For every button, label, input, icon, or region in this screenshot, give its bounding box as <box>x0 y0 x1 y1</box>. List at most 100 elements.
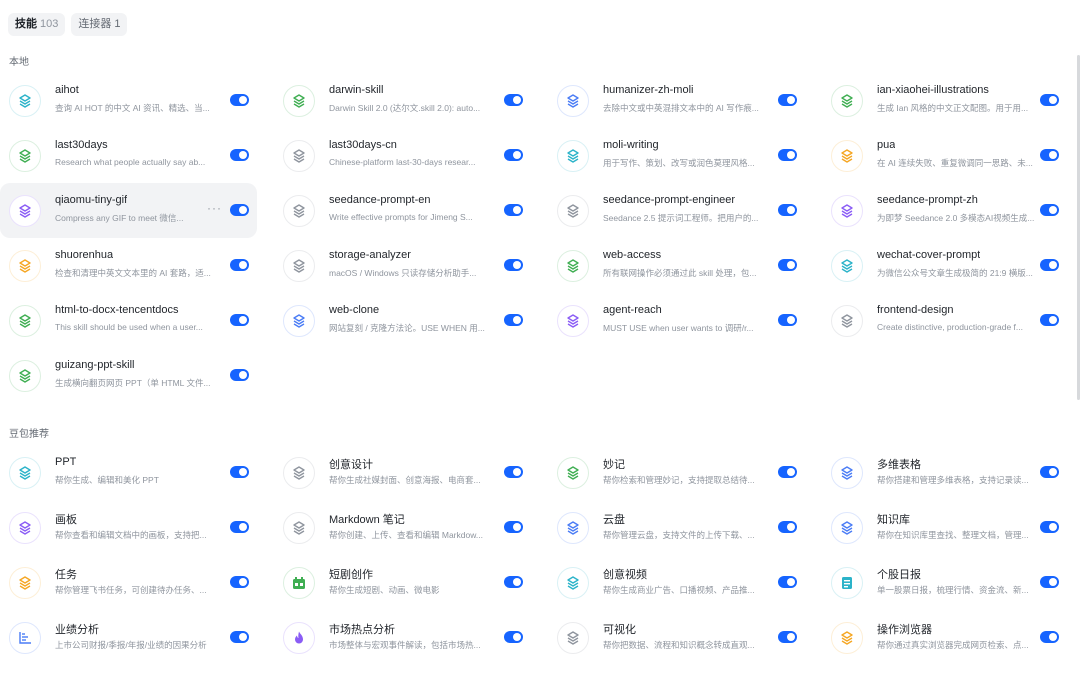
enable-toggle[interactable] <box>1040 149 1059 161</box>
toggle-knob <box>239 578 247 586</box>
enable-toggle[interactable] <box>778 466 797 478</box>
recommended-skills-grid: PPT 帮你生成、编辑和美化 PPT 创意设计 帮你生成社媒封面、创意海报、电商套..… <box>0 445 1080 665</box>
enable-toggle[interactable] <box>230 576 249 588</box>
skill-card[interactable]: agent-reach MUST USE when user wants to 调… <box>548 293 822 348</box>
enable-toggle[interactable] <box>1040 521 1059 533</box>
enable-toggle[interactable] <box>1040 259 1059 271</box>
skill-card[interactable]: 画板 帮你查看和编辑文档中的画板，支持把... <box>0 500 274 555</box>
skill-card[interactable]: aihot 查询 AI HOT 的中文 AI 资讯、精选、当... <box>0 73 274 128</box>
skill-card[interactable]: 创意视频 帮你生成商业广告、口播视频、产品推... <box>548 555 822 610</box>
toggle-knob <box>239 523 247 531</box>
skill-card[interactable]: frontend-design Create distinctive, produ… <box>822 293 1080 348</box>
skill-card[interactable]: 操作浏览器 帮你通过真实浏览器完成网页检索、点... <box>822 610 1080 665</box>
skill-description: Seedance 2.5 提示词工程师。把用户的... <box>603 213 759 223</box>
skill-card[interactable]: shuorenhua 检查和清理中英文文本里的 AI 套路，适... <box>0 238 274 293</box>
enable-toggle[interactable] <box>778 259 797 271</box>
enable-toggle[interactable] <box>1040 204 1059 216</box>
skill-title: darwin-skill <box>329 84 384 96</box>
enable-toggle[interactable] <box>230 369 249 381</box>
skill-card[interactable]: html-to-docx-tencentdocs This skill shoul… <box>0 293 274 348</box>
section-title-local: 本地 <box>9 57 29 68</box>
skill-card[interactable]: 任务帮你管理飞书任务，可创建待办任务、... <box>0 555 274 610</box>
enable-toggle[interactable] <box>230 314 249 326</box>
toggle-knob <box>513 633 521 641</box>
skill-card[interactable]: PPT 帮你生成、编辑和美化 PPT <box>0 445 274 500</box>
skill-card[interactable]: guizang-ppt-skill 生成横向翻页网页 PPT（单 HTML 文件.… <box>0 348 274 403</box>
skill-card[interactable]: ian-xiaohei-illustrations 生成 Ian 风格的中文正文配… <box>822 73 1080 128</box>
skill-title: 创意设计 <box>329 459 373 471</box>
skill-card[interactable]: wechat-cover-prompt 为微信公众号文章生成极简的 21:9 横版… <box>822 238 1080 293</box>
enable-toggle[interactable] <box>230 521 249 533</box>
enable-toggle[interactable] <box>230 94 249 106</box>
skill-card[interactable]: humanizer-zh-moli 去除中文或中英混排文本中的 AI 写作痕... <box>548 73 822 128</box>
skill-card[interactable]: seedance-prompt-en Write effective prompt… <box>274 183 548 238</box>
layers-icon <box>831 85 863 117</box>
skill-card[interactable]: seedance-prompt-zh 为即梦 Seedance 2.0 多模态AI… <box>822 183 1080 238</box>
enable-toggle[interactable] <box>230 631 249 643</box>
skill-description: 所有联网操作必须通过此 skill 处理，包... <box>603 268 757 278</box>
skill-card[interactable]: 妙记 帮你检索和管理妙记，支持提取总结待... <box>548 445 822 500</box>
enable-toggle[interactable] <box>1040 94 1059 106</box>
skill-card[interactable]: pua 在 AI 连续失败、重复微调同一思路、未... <box>822 128 1080 183</box>
tab-skills[interactable]: 技能 103 <box>8 13 66 36</box>
more-options-icon[interactable]: ··· <box>207 201 222 215</box>
skill-title: agent-reach <box>603 304 662 316</box>
enable-toggle[interactable] <box>1040 631 1059 643</box>
toggle-knob <box>239 206 247 214</box>
enable-toggle[interactable] <box>778 521 797 533</box>
skill-card[interactable]: moli-writing 用于写作、策划、改写或润色莫理风格... <box>548 128 822 183</box>
skill-title: 任务 <box>55 569 77 581</box>
skill-card[interactable]: 可视化 帮你把数据、流程和知识概念转成直观... <box>548 610 822 665</box>
enable-toggle[interactable] <box>504 204 523 216</box>
skill-card[interactable]: storage-analyzer macOS / Windows 只读存储分析助手… <box>274 238 548 293</box>
skill-title: 画板 <box>55 514 77 526</box>
skill-card[interactable]: 业绩分析 上市公司财报/季报/年报/业绩的因果分析 <box>0 610 274 665</box>
enable-toggle[interactable] <box>230 149 249 161</box>
enable-toggle[interactable] <box>230 466 249 478</box>
skill-card[interactable]: 短剧创作 帮你生成短剧、动画、微电影 <box>274 555 548 610</box>
enable-toggle[interactable] <box>504 466 523 478</box>
skill-card[interactable]: last30days Research what people actually … <box>0 128 274 183</box>
enable-toggle[interactable] <box>778 576 797 588</box>
skill-card[interactable]: darwin-skill Darwin Skill 2.0 (达尔文.skill … <box>274 73 548 128</box>
skill-title: 多维表格 <box>877 459 921 471</box>
skill-description: 帮你管理飞书任务，可创建待办任务、... <box>55 585 207 595</box>
enable-toggle[interactable] <box>504 576 523 588</box>
skill-description: 在 AI 连续失败、重复微调同一思路、未... <box>877 158 1033 168</box>
enable-toggle[interactable] <box>1040 576 1059 588</box>
enable-toggle[interactable] <box>230 204 249 216</box>
skill-card[interactable]: qiaomu-tiny-gif Compress any GIF to meet … <box>0 183 257 238</box>
skill-description: 帮你生成社媒封面、创意海报、电商套... <box>329 475 481 485</box>
enable-toggle[interactable] <box>504 521 523 533</box>
skill-card[interactable]: 市场热点分析 市场整体与宏观事件解读，包括市场热... <box>274 610 548 665</box>
enable-toggle[interactable] <box>504 314 523 326</box>
skill-description: 单一股票日报，梳理行情、资金流、新... <box>877 585 1029 595</box>
skill-card[interactable]: 多维表格 帮你搭建和管理多维表格，支持记录读... <box>822 445 1080 500</box>
enable-toggle[interactable] <box>778 204 797 216</box>
enable-toggle[interactable] <box>778 94 797 106</box>
tab-skills-label: 技能 <box>15 18 37 30</box>
skill-card[interactable]: web-access 所有联网操作必须通过此 skill 处理，包... <box>548 238 822 293</box>
skill-card[interactable]: Markdown 笔记 帮你创建、上传、查看和编辑 Markdow... <box>274 500 548 555</box>
enable-toggle[interactable] <box>778 314 797 326</box>
enable-toggle[interactable] <box>778 631 797 643</box>
skill-card[interactable]: 云盘 帮你管理云盘，支持文件的上传下载、... <box>548 500 822 555</box>
enable-toggle[interactable] <box>504 259 523 271</box>
skill-card[interactable]: 个股日报 单一股票日报，梳理行情、资金流、新... <box>822 555 1080 610</box>
enable-toggle[interactable] <box>1040 466 1059 478</box>
skill-card[interactable]: 知识库 帮你在知识库里查找、整理文档，管理... <box>822 500 1080 555</box>
skill-card[interactable]: web-clone 网站复刻 / 克隆方法论。USE WHEN 用... <box>274 293 548 348</box>
enable-toggle[interactable] <box>778 149 797 161</box>
skill-card[interactable]: seedance-prompt-engineer Seedance 2.5 提示词… <box>548 183 822 238</box>
tab-bar: 技能 103 连接器 1 <box>8 13 128 36</box>
toggle-knob <box>239 96 247 104</box>
skill-description: 市场整体与宏观事件解读，包括市场热... <box>329 640 481 650</box>
enable-toggle[interactable] <box>504 631 523 643</box>
skill-card[interactable]: 创意设计帮你生成社媒封面、创意海报、电商套... <box>274 445 548 500</box>
enable-toggle[interactable] <box>1040 314 1059 326</box>
enable-toggle[interactable] <box>230 259 249 271</box>
enable-toggle[interactable] <box>504 94 523 106</box>
skill-card[interactable]: last30days-cn Chinese-platform last-30-da… <box>274 128 548 183</box>
tab-connectors[interactable]: 连接器 1 <box>71 13 128 36</box>
enable-toggle[interactable] <box>504 149 523 161</box>
